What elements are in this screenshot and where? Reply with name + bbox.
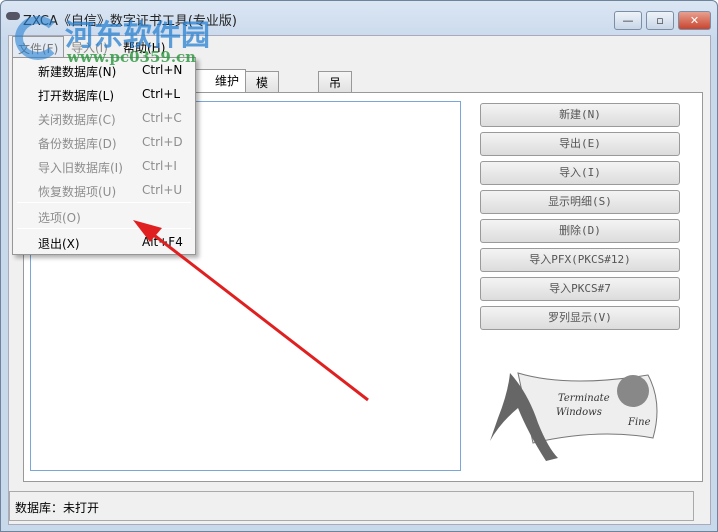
shortcut: Ctrl+N — [142, 63, 183, 77]
delete-button[interactable]: 删除(D) — [480, 219, 680, 243]
label: 恢复数据项(U) — [38, 185, 117, 199]
menu-import[interactable]: 导入(I) — [71, 39, 108, 56]
show-details-button[interactable]: 显示明细(S) — [480, 190, 680, 214]
menu-item-open-database[interactable]: 打开数据库(L) Ctrl+L — [38, 87, 188, 104]
import-pfx-button[interactable]: 导入PFX(PKCS#12) — [480, 248, 680, 272]
maximize-button[interactable]: ▫ — [646, 11, 674, 30]
logo-text-2: Windows — [556, 407, 602, 418]
import-button[interactable]: 导入(I) — [480, 161, 680, 185]
label: 选项(O) — [38, 211, 81, 225]
label: 新建数据库(N) — [38, 65, 117, 79]
label: 退出(X) — [38, 237, 80, 251]
label: 备份数据库(D) — [38, 137, 117, 151]
minimize-button[interactable]: — — [614, 11, 642, 30]
window-title: ZXCA《自信》数字证书工具(专业版) — [23, 14, 237, 29]
list-view-button[interactable]: 罗列显示(V) — [480, 306, 680, 330]
tab-template-settings[interactable]: 模版设置 — [245, 71, 280, 141]
logo-text-1: Terminate — [558, 393, 610, 404]
menu-item-backup-database[interactable]: 备份数据库(D) Ctrl+D — [38, 135, 188, 152]
file-dropdown-menu: 新建数据库(N) Ctrl+N 打开数据库(L) Ctrl+L 关闭数据库(C) Ct… — [12, 57, 196, 255]
menu-separator — [17, 228, 191, 229]
menu-item-close-database[interactable]: 关闭数据库(C) Ctrl+C — [38, 111, 188, 128]
label: 关闭数据库(C) — [38, 113, 116, 127]
shortcut: Ctrl+D — [142, 135, 183, 149]
menu-separator — [17, 202, 191, 203]
menu-item-exit[interactable]: 退出(X) Alt+F4 — [38, 235, 188, 252]
tab-revocation-list[interactable]: 吊销列表 — [318, 71, 353, 141]
export-button[interactable]: 导出(E) — [480, 132, 680, 156]
menu-file[interactable]: 文件(F) — [12, 36, 65, 58]
shortcut: Alt+F4 — [142, 235, 183, 249]
import-pkcs7-button[interactable]: 导入PKCS#7 — [480, 277, 680, 301]
logo-text-3: Fine — [627, 417, 651, 428]
menu-item-new-database[interactable]: 新建数据库(N) Ctrl+N — [38, 63, 188, 80]
shortcut: Ctrl+L — [142, 87, 181, 101]
key-icon — [6, 12, 20, 20]
menu-item-import-old-database[interactable]: 导入旧数据库(I) Ctrl+I — [38, 159, 188, 176]
shortcut: Ctrl+I — [142, 159, 177, 173]
label: 打开数据库(L) — [38, 89, 115, 103]
menu-item-options[interactable]: 选项(O) — [38, 209, 188, 226]
scroll-logo-image: Terminate Windows Fine — [490, 372, 658, 461]
new-button[interactable]: 新建(N) — [480, 103, 680, 127]
menu-item-restore-item[interactable]: 恢复数据项(U) Ctrl+U — [38, 183, 188, 200]
shortcut: Ctrl+C — [142, 111, 182, 125]
label: 导入旧数据库(I) — [38, 161, 123, 175]
status-text: 数据库：未打开 — [15, 501, 100, 515]
close-button[interactable]: ✕ — [678, 11, 711, 30]
shortcut: Ctrl+U — [142, 183, 183, 197]
status-bar: 数据库：未打开 — [9, 491, 694, 521]
menu-help[interactable]: 帮助(H) — [123, 39, 165, 56]
menu-bar: 文件(F) 导入(I) 帮助(H) — [9, 36, 710, 58]
